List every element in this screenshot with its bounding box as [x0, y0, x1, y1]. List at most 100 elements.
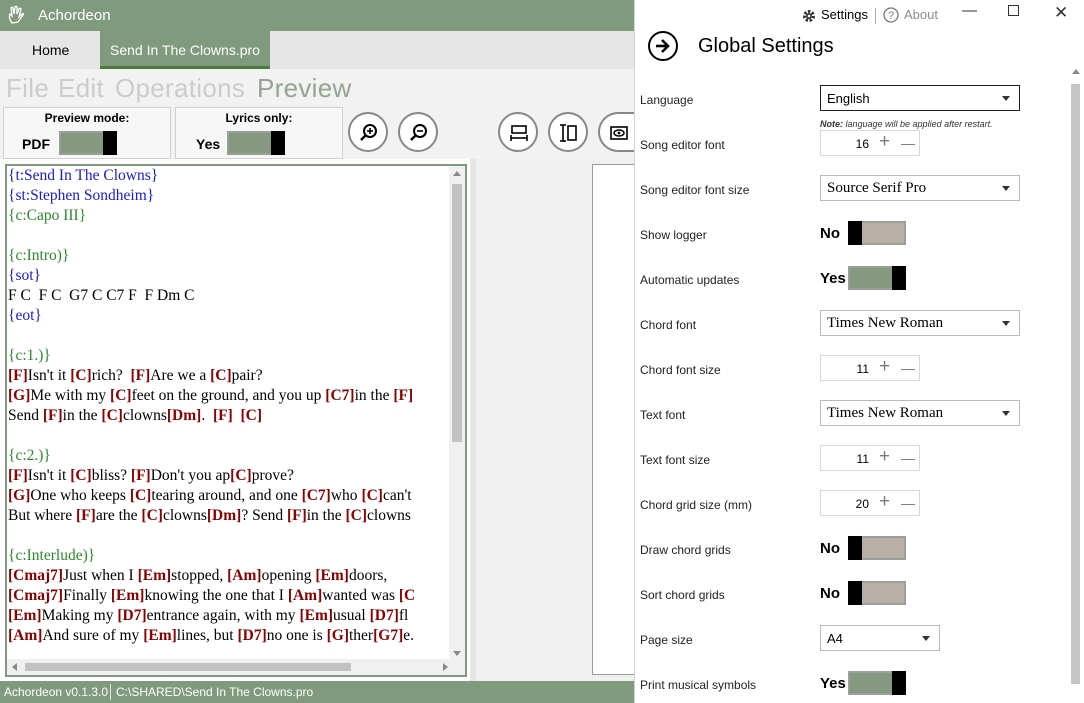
editor-line[interactable]: {c:Intro)} [8, 246, 452, 266]
editor-line[interactable] [8, 426, 452, 446]
preview-mode-toggle[interactable] [59, 131, 117, 155]
language-dropdown[interactable]: English [820, 85, 1020, 111]
editor-line[interactable]: {eot} [8, 306, 452, 326]
editor-vertical-scrollbar[interactable] [449, 166, 465, 661]
editor-text-area[interactable]: {t:Send In The Clowns} {st:Stephen Sondhe… [8, 166, 452, 661]
editor-line[interactable]: But where [F]are the [C]clowns[Dm]? Send… [8, 506, 452, 526]
editor-hscroll-thumb[interactable] [25, 663, 351, 671]
tab-song-file[interactable]: Send In The Clowns.pro [100, 31, 270, 69]
editor-line[interactable]: {t:Send In The Clowns} [8, 166, 452, 186]
editor-line[interactable]: [Cmaj7]Finally [Em]knowing the one that … [8, 586, 452, 606]
editor-horizontal-scrollbar[interactable] [7, 659, 465, 675]
chord-token: [Em] [315, 567, 349, 584]
tab-home[interactable]: Home [22, 31, 79, 69]
text-segment: clowns [162, 507, 207, 524]
sort-chord-grids-toggle[interactable] [848, 581, 906, 605]
editor-line[interactable]: {c:2.)} [8, 446, 452, 466]
editor-vscroll-thumb[interactable] [452, 184, 462, 442]
text-segment: in the [306, 507, 346, 524]
scroll-down-icon[interactable] [453, 651, 461, 656]
chevron-down-icon [1002, 411, 1010, 416]
minus-icon[interactable]: — [901, 135, 915, 151]
close-icon[interactable]: ✕ [1054, 3, 1068, 23]
fit-height-icon [560, 124, 577, 142]
settings-scroll-thumb[interactable] [1071, 84, 1080, 684]
fit-width-button[interactable] [498, 112, 538, 152]
print-musical-symbols-toggle[interactable] [848, 671, 906, 695]
scroll-right-icon[interactable] [443, 663, 448, 671]
menu-preview[interactable]: Preview [257, 73, 352, 104]
editor-line[interactable]: [G]Me with my [C]feet on the ground, and… [8, 386, 452, 406]
setting-text-font: Text font Times New Roman [640, 393, 1060, 438]
automatic-updates-toggle[interactable] [848, 266, 906, 290]
menu-edit[interactable]: Edit [58, 73, 104, 104]
plus-icon[interactable]: + [879, 356, 890, 378]
maximize-icon[interactable] [1008, 5, 1019, 16]
editor-line[interactable]: [F]Isn't it [C]bliss? [F]Don't you ap[C]… [8, 466, 452, 486]
zoom-in-button[interactable] [348, 112, 388, 152]
editor-line[interactable]: [F]Isn't it [C]rich? [F]Are we a [C]pair… [8, 366, 452, 386]
plus-icon[interactable]: + [879, 131, 890, 153]
settings-scrollbar[interactable] [1067, 64, 1084, 703]
editor-line[interactable]: [Em]Making my [D7]entrance again, with m… [8, 606, 452, 626]
text-font-dropdown[interactable]: Times New Roman [820, 400, 1020, 426]
text-segment: {c:Intro)} [8, 247, 70, 264]
editor-line[interactable]: {sot} [8, 266, 452, 286]
back-button[interactable] [648, 31, 678, 61]
text-segment: tearing around, and one [151, 487, 302, 504]
editor-line[interactable]: {c:1.)} [8, 346, 452, 366]
minus-icon[interactable]: — [901, 360, 915, 376]
editor-line[interactable] [8, 526, 452, 546]
stepper-value[interactable]: 11 [857, 452, 869, 466]
fit-height-button[interactable] [548, 112, 588, 152]
menu-operations[interactable]: Operations [115, 73, 245, 104]
chevron-down-icon [1002, 321, 1010, 326]
editor-line[interactable] [8, 326, 452, 346]
scroll-up-icon[interactable] [453, 171, 461, 176]
settings-link[interactable]: Settings [821, 7, 868, 22]
page-size-dropdown[interactable]: A4 [820, 625, 940, 651]
editor-line[interactable]: [Am]And sure of my [Em]lines, but [D7]no… [8, 626, 452, 646]
setting-label: Print musical symbols [640, 678, 757, 692]
editor-line[interactable]: {st:Stephen Sondheim} [8, 186, 452, 206]
text-segment: {c:1.)} [8, 347, 51, 364]
song-editor[interactable]: {t:Send In The Clowns} {st:Stephen Sondhe… [5, 164, 467, 677]
about-link[interactable]: About [904, 7, 938, 22]
editor-line[interactable]: Send [F]in the [C]clowns[Dm]. [F] [C] [8, 406, 452, 426]
arrow-right-icon [656, 39, 670, 53]
lyrics-only-toggle[interactable] [227, 131, 285, 155]
text-font-size-stepper[interactable]: 11 + — [820, 445, 920, 471]
song-editor-font-stepper[interactable]: 16 + — [820, 130, 920, 156]
text-segment: usual [333, 607, 370, 624]
editor-line[interactable]: {c:Interlude)} [8, 546, 452, 566]
chord-token: [C [398, 587, 416, 604]
scroll-left-icon[interactable] [12, 663, 17, 671]
minus-icon[interactable]: — [901, 495, 915, 511]
minus-icon[interactable]: — [901, 450, 915, 466]
editor-line[interactable]: {c:Capo III} [8, 206, 452, 226]
minimize-icon[interactable]: — [962, 2, 977, 19]
chord-font-size-stepper[interactable]: 11 + — [820, 355, 920, 381]
show-logger-toggle[interactable] [848, 221, 906, 245]
draw-chord-grids-toggle[interactable] [848, 536, 906, 560]
editor-line[interactable]: [G]One who keeps [C]tearing around, and … [8, 486, 452, 506]
chord-grid-size-mm-stepper[interactable]: 20 + — [820, 490, 920, 516]
chord-font-dropdown[interactable]: Times New Roman [820, 310, 1020, 336]
zoom-out-button[interactable] [398, 112, 438, 152]
stepper-value[interactable]: 16 [856, 137, 869, 151]
stepper-value[interactable]: 20 [856, 497, 869, 511]
song-editor-font-size-dropdown[interactable]: Source Serif Pro [820, 175, 1020, 201]
editor-line[interactable] [8, 226, 452, 246]
editor-line[interactable]: [Cmaj7]Just when I [Em]stopped, [Am]open… [8, 566, 452, 586]
editor-line[interactable]: F C F C G7 C C7 F F Dm C [8, 286, 452, 306]
text-segment: clowns [367, 507, 411, 524]
menu-file[interactable]: File [6, 73, 49, 104]
status-bar: Achordeon v0.1.3.0 C:\SHARED\Send In The… [0, 681, 634, 703]
chord-token: [C] [70, 367, 92, 384]
plus-icon[interactable]: + [879, 491, 890, 513]
scroll-up-icon[interactable] [1072, 69, 1080, 74]
chord-token: [C] [345, 507, 368, 524]
show-preview-button[interactable] [598, 112, 634, 152]
plus-icon[interactable]: + [879, 446, 890, 468]
stepper-value[interactable]: 11 [857, 362, 869, 376]
